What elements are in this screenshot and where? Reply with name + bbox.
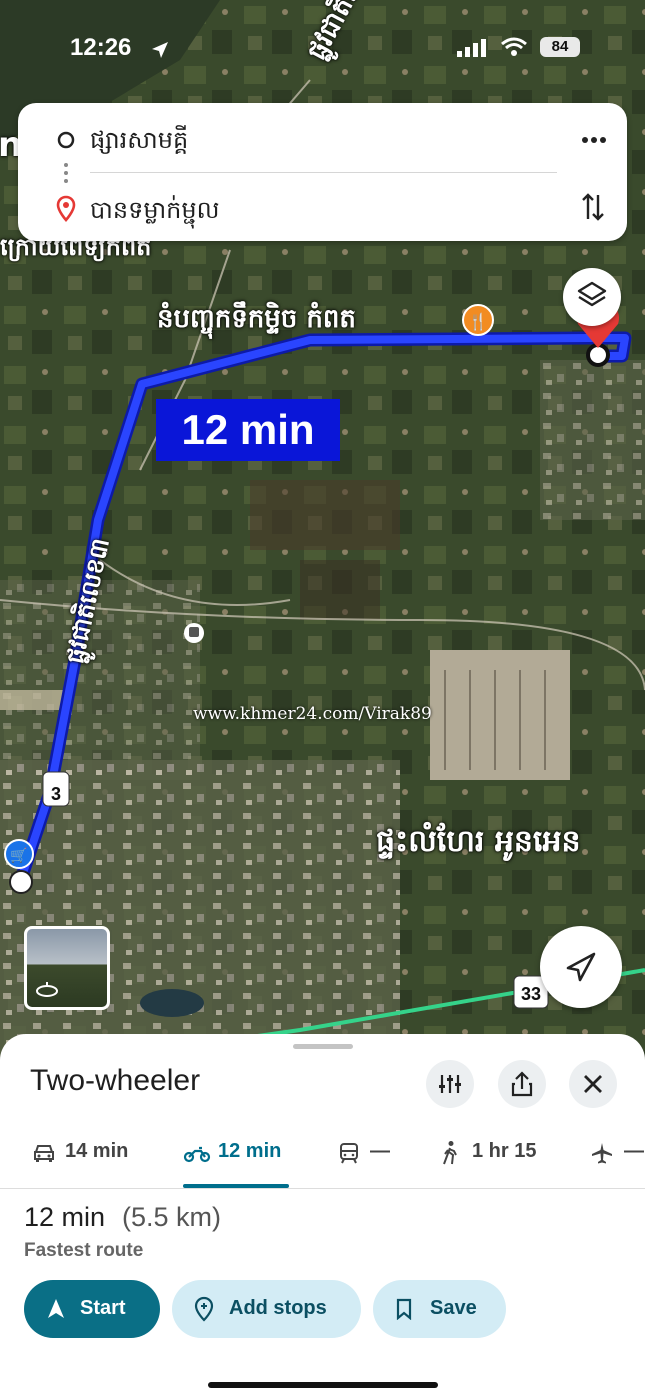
directions-sheet: Two-wheeler 14 min 12 min — 1 hr 15 — 12… xyxy=(0,1034,645,1400)
map-label-restaurant: នំបញ្ចុកទឹកម្ទិច កំពត xyxy=(157,304,356,334)
my-location-button[interactable] xyxy=(540,926,622,1008)
route-note: Fastest route xyxy=(24,1240,144,1261)
tab-walking-label: 1 hr 15 xyxy=(472,1140,537,1162)
navigation-icon xyxy=(48,1299,64,1318)
origin-marker xyxy=(9,870,33,894)
destination-pin-icon xyxy=(56,195,76,222)
svg-text:33: 33 xyxy=(521,984,541,1004)
origin-row[interactable]: ផ្សារសាមគ្គី xyxy=(18,115,627,165)
motorcycle-icon xyxy=(183,1146,211,1163)
walk-icon xyxy=(443,1141,457,1165)
close-icon xyxy=(584,1075,602,1093)
tab-two-wheeler-label: 12 min xyxy=(218,1140,282,1162)
share-button[interactable] xyxy=(498,1060,546,1108)
add-stops-button[interactable]: Add stops xyxy=(172,1280,361,1338)
cellular-signal-icon xyxy=(457,39,486,57)
start-label: Start xyxy=(80,1297,126,1319)
layers-icon xyxy=(577,281,607,307)
route-duration-label[interactable]: 12 min xyxy=(156,399,340,461)
location-arrow-icon xyxy=(152,42,168,58)
close-button[interactable] xyxy=(569,1060,617,1108)
sheet-title: Two-wheeler xyxy=(30,1064,201,1097)
wifi-icon xyxy=(501,37,527,56)
route-options-button[interactable] xyxy=(426,1060,474,1108)
street-view-thumbnail[interactable] xyxy=(24,926,110,1010)
save-label: Save xyxy=(430,1297,477,1319)
save-button[interactable]: Save xyxy=(373,1280,506,1338)
bookmark-icon xyxy=(396,1298,412,1320)
route-dots-icon xyxy=(64,163,68,183)
tab-transit[interactable]: — xyxy=(338,1130,398,1188)
travel-mode-tabs: 14 min 12 min — 1 hr 15 — xyxy=(0,1130,645,1189)
tab-driving-label: 14 min xyxy=(65,1140,129,1162)
svg-text:3: 3 xyxy=(51,784,61,804)
transit-icon xyxy=(340,1143,358,1164)
tab-flights-label: — xyxy=(624,1140,644,1162)
swap-icon xyxy=(582,193,604,221)
watermark: www.khmer24.com/Virak89 xyxy=(193,704,432,724)
drag-handle[interactable] xyxy=(293,1044,353,1049)
divider xyxy=(90,172,557,173)
start-button[interactable]: Start xyxy=(24,1280,160,1338)
route-distance: (5.5 km) xyxy=(122,1202,222,1232)
flight-icon xyxy=(592,1143,612,1164)
layers-button[interactable] xyxy=(563,268,621,326)
add-location-icon xyxy=(194,1296,214,1322)
route-time: 12 min xyxy=(24,1202,106,1232)
active-tab-indicator xyxy=(183,1184,289,1188)
origin-field[interactable]: ផ្សារសាមគ្គី xyxy=(90,125,188,160)
tab-walking[interactable]: 1 hr 15 xyxy=(440,1130,550,1188)
street-view-icon xyxy=(36,982,58,997)
map-label-residence: ផ្ទះលំហែរ អូនអេន xyxy=(376,824,581,859)
directions-card: ផ្សារសាមគ្គី បានទម្លាក់ម្ជុល xyxy=(18,103,627,241)
share-icon xyxy=(511,1071,533,1097)
status-time: 12:26 xyxy=(70,34,132,61)
battery-icon: 84 xyxy=(540,37,580,57)
destination-field[interactable]: បានទម្លាក់ម្ជុល xyxy=(90,195,220,230)
destination-row[interactable]: បានទម្លាក់ម្ជុល xyxy=(18,185,627,235)
add-stops-label: Add stops xyxy=(229,1297,327,1319)
navigation-arrow-icon xyxy=(566,952,596,982)
tab-two-wheeler[interactable]: 12 min xyxy=(183,1130,293,1188)
home-indicator xyxy=(208,1382,438,1388)
swap-button[interactable] xyxy=(581,191,605,227)
more-icon xyxy=(582,137,606,143)
car-icon xyxy=(34,1145,54,1162)
origin-circle-icon xyxy=(57,131,75,149)
status-bar: 12:26 84 xyxy=(0,30,645,70)
sliders-icon xyxy=(439,1075,461,1093)
svg-text:🛒: 🛒 xyxy=(10,847,27,864)
tab-driving[interactable]: 14 min xyxy=(30,1130,150,1188)
svg-text:🍴: 🍴 xyxy=(468,312,488,331)
tab-flights[interactable]: — xyxy=(590,1130,645,1188)
tab-transit-label: — xyxy=(370,1140,390,1162)
more-options-button[interactable] xyxy=(581,121,607,151)
